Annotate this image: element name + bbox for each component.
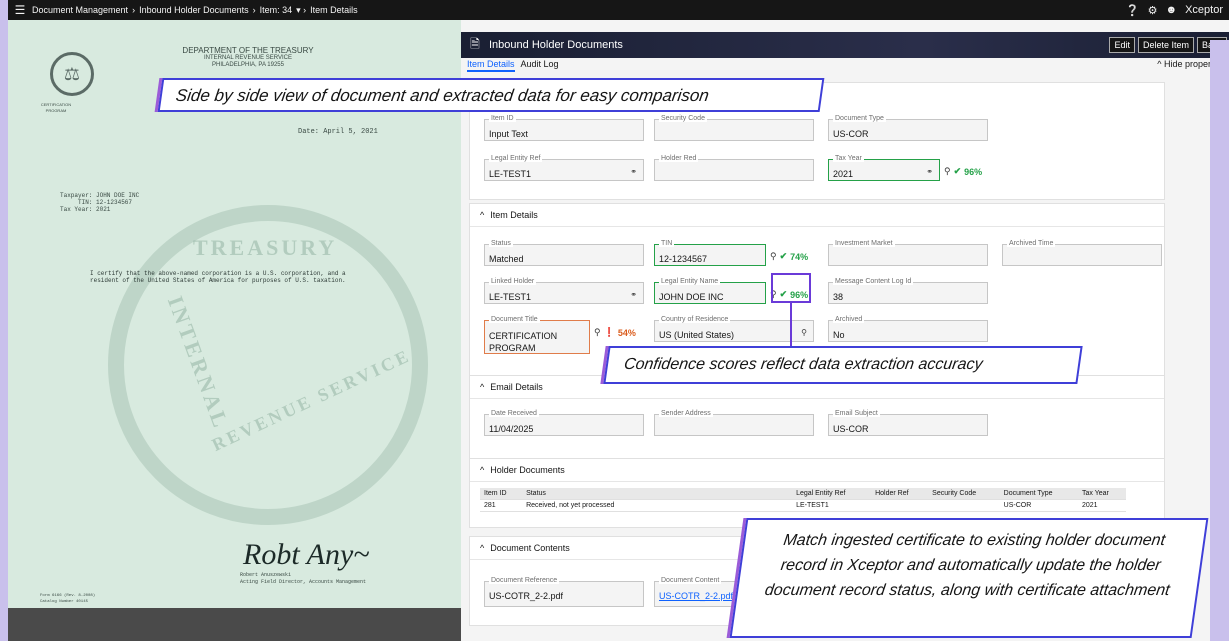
breadcrumb: Document Management › Inbound Holder Docu… xyxy=(32,4,358,16)
doc-signer: Robert Anuszewski xyxy=(240,572,292,578)
status-field[interactable]: Status Matched xyxy=(484,240,644,266)
table-row[interactable]: 281 Received, not yet processed LE-TEST1… xyxy=(480,499,1126,512)
user-icon[interactable]: ☻ xyxy=(1166,4,1178,16)
column-security-code[interactable]: Security Code xyxy=(928,488,1000,500)
handwritten-signature: Robt Any~ xyxy=(243,538,370,571)
section-header-item-details[interactable]: ^ Item Details xyxy=(470,204,1164,227)
warning-icon: ❗ xyxy=(603,327,615,337)
link-icon[interactable]: ⚭ xyxy=(630,290,637,299)
treasury-seal-icon: ⚖ xyxy=(50,52,94,96)
search-icon[interactable]: ⚲ xyxy=(770,251,777,262)
doc-taxpayer: Taxpayer: JOHN DOE INC xyxy=(60,192,140,199)
date-received-field[interactable]: Date Received 11/04/2025 xyxy=(484,410,644,436)
page-title: Inbound Holder Documents xyxy=(489,39,623,51)
doc-date: Date: April 5, 2021 xyxy=(298,128,378,136)
chevron-up-icon: ^ xyxy=(480,543,485,553)
doc-tin: TIN: 12-1234567 xyxy=(60,199,133,206)
tin-confidence: ⚲ ✔ 74% xyxy=(770,251,809,262)
doc-signer-title: Acting Field Director, Accounts Manageme… xyxy=(240,579,367,585)
callout-connector-line xyxy=(790,303,792,347)
email-details-section: ^ Email Details Date Received 11/04/2025 S… xyxy=(469,375,1165,461)
tab-item-details[interactable]: Item Details xyxy=(467,59,515,72)
check-circle-icon: ✔ xyxy=(779,251,788,261)
gear-icon[interactable]: ⚙ xyxy=(1148,4,1158,17)
doc-tax-year: Tax Year: 2021 xyxy=(60,206,111,213)
column-tax-year[interactable]: Tax Year xyxy=(1077,488,1126,500)
legal-entity-name-field[interactable]: Legal Entity Name JOHN DOE INC xyxy=(654,278,766,304)
column-document-type[interactable]: Document Type xyxy=(999,488,1078,500)
document-type-field[interactable]: Document Type US-COR xyxy=(828,115,988,141)
document-title-field[interactable]: Document Title CERTIFICATION PROGRAM xyxy=(484,316,590,354)
sender-address-field[interactable]: Sender Address xyxy=(654,410,814,436)
archived-field[interactable]: Archived No xyxy=(828,316,988,342)
app-name: Xceptor xyxy=(1185,4,1223,16)
link-icon[interactable]: ⚭ xyxy=(926,167,933,176)
breadcrumb-document-management[interactable]: Document Management xyxy=(32,5,128,15)
document-reference-field[interactable]: Document Reference US-COTR_2-2.pdf xyxy=(484,577,644,607)
doc-catalog-number: Catalog Number 40145 xyxy=(40,600,89,604)
doc-cert-label: CERTIFICATION xyxy=(40,102,72,107)
doc-city: PHILADELPHIA, PA 19255 xyxy=(212,62,284,68)
confidence-highlight-box xyxy=(771,273,811,303)
column-status[interactable]: Status xyxy=(522,488,793,500)
tax-year-confidence: ⚲ ✔ 96% xyxy=(944,166,983,177)
doc-form-number: Form 6166 (Rev. 8-2008) xyxy=(40,594,96,598)
column-legal-entity-ref[interactable]: Legal Entity Ref xyxy=(792,488,872,500)
callout-match-ingested: Match ingested certificate to existing h… xyxy=(729,518,1209,638)
security-code-field[interactable]: Security Code xyxy=(654,115,814,141)
check-circle-icon: ✔ xyxy=(953,166,962,176)
right-margin xyxy=(1210,40,1229,641)
document-icon: 🗎 xyxy=(470,36,480,51)
chevron-up-icon: ^ xyxy=(1157,59,1164,69)
tab-audit-log[interactable]: Audit Log xyxy=(521,59,559,72)
email-subject-field[interactable]: Email Subject US-COR xyxy=(828,410,988,436)
chevron-up-icon: ^ xyxy=(480,210,485,220)
column-item-id[interactable]: Item ID xyxy=(480,488,523,500)
help-icon[interactable]: ❔ xyxy=(1126,4,1140,17)
delete-item-button[interactable]: Delete Item xyxy=(1137,37,1194,53)
menu-icon[interactable]: ☰ xyxy=(8,3,32,17)
linked-holder-field[interactable]: Linked Holder LE-TEST1 ⚭ xyxy=(484,278,644,304)
edit-button[interactable]: Edit xyxy=(1109,37,1135,53)
breadcrumb-inbound-holder-documents[interactable]: Inbound Holder Documents xyxy=(139,5,249,15)
link-icon[interactable]: ⚭ xyxy=(630,167,637,176)
document-content-link[interactable]: US-COTR_2-2.pdf xyxy=(659,591,733,601)
investment-market-field[interactable]: Investment Market xyxy=(828,240,988,266)
doc-department: DEPARTMENT OF THE TREASURY xyxy=(182,46,314,55)
doc-certification-text: I certify that the above-named corporati… xyxy=(90,270,346,284)
holder-documents-table: Item ID Status Legal Entity Ref Holder R… xyxy=(480,488,1126,512)
archived-time-field[interactable]: Archived Time xyxy=(1002,240,1162,266)
legal-entity-ref-field[interactable]: Legal Entity Ref LE-TEST1 ⚭ xyxy=(484,155,644,181)
search-icon[interactable]: ⚲ xyxy=(594,327,601,338)
column-holder-ref[interactable]: Holder Ref xyxy=(871,488,929,500)
document-title-confidence: ⚲ ❗ 54% xyxy=(594,327,636,338)
doc-irs: INTERNAL REVENUE SERVICE xyxy=(203,55,293,61)
breadcrumb-item[interactable]: Item: 34 xyxy=(260,5,293,15)
doc-program-label: PROGRAM xyxy=(45,108,67,113)
table-header-row: Item ID Status Legal Entity Ref Holder R… xyxy=(480,488,1126,500)
callout-confidence-scores: Confidence scores reflect data extractio… xyxy=(603,346,1083,384)
tin-field[interactable]: TIN 12-1234567 xyxy=(654,240,766,266)
page-header: 🗎 Inbound Holder Documents Edit Delete I… xyxy=(461,32,1229,58)
item-id-field[interactable]: Item ID Input Text xyxy=(484,115,644,141)
watermark-treasury: TREASURY xyxy=(193,235,338,260)
viewer-bottom-bar xyxy=(8,608,461,641)
message-content-log-id-field[interactable]: Message Content Log Id 38 xyxy=(828,278,988,304)
search-icon[interactable]: ⚲ xyxy=(801,328,807,337)
top-navigation-bar: ☰ Document Management › Inbound Holder Do… xyxy=(8,0,1229,20)
tax-year-field[interactable]: Tax Year 2021 ⚭ xyxy=(828,155,940,181)
tab-bar: Item Details Audit Log xyxy=(467,59,559,72)
callout-side-by-side: Side by side view of document and extrac… xyxy=(157,78,825,112)
document-viewer: ⚖ DEPARTMENT OF THE TREASURY INTERNAL RE… xyxy=(8,20,461,641)
search-icon[interactable]: ⚲ xyxy=(944,166,951,177)
holder-ref-field[interactable]: Holder Red xyxy=(654,155,814,181)
section-header-holder-documents[interactable]: ^ Holder Documents xyxy=(470,459,1164,482)
chevron-up-icon: ^ xyxy=(480,382,485,392)
breadcrumb-item-details: Item Details xyxy=(310,5,358,15)
chevron-up-icon: ^ xyxy=(480,465,485,475)
